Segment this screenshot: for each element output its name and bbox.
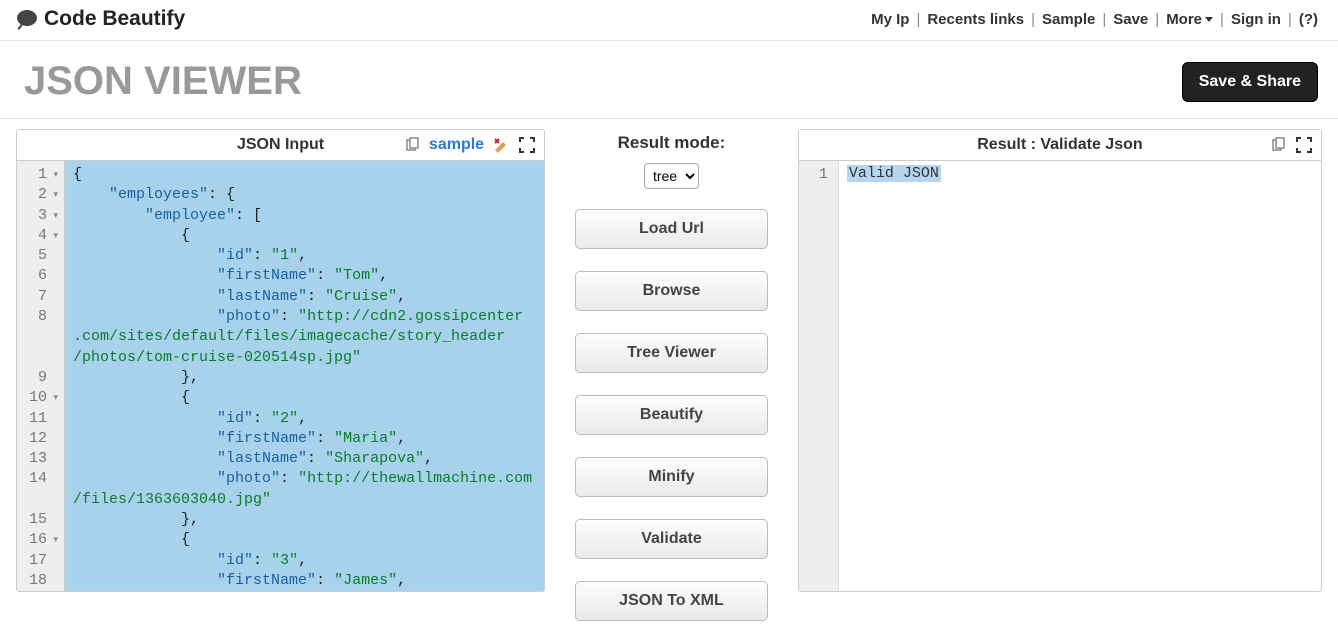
result-editor[interactable]: 1 Valid JSON <box>799 161 1321 591</box>
nav-help[interactable]: (?) <box>1299 11 1318 28</box>
brain-icon <box>14 6 40 32</box>
copy-icon[interactable] <box>403 136 421 154</box>
result-title: Result : Validate Json <box>977 136 1142 154</box>
save-share-button[interactable]: Save & Share <box>1182 62 1318 102</box>
json-input-title: JSON Input <box>237 136 324 154</box>
top-nav: My Ip| Recents links| Sample| Save| More… <box>871 11 1318 28</box>
result-mode-select[interactable]: tree <box>644 163 699 189</box>
json-input-panel: JSON Input sample 1▾2▾3▾4▾5678910▾111213… <box>16 129 545 592</box>
page-title: JSON VIEWER <box>24 59 302 104</box>
nav-my-ip[interactable]: My Ip <box>871 11 909 28</box>
result-panel: Result : Validate Json 1 Valid JSON <box>798 129 1322 592</box>
beautify-button[interactable]: Beautify <box>575 395 768 435</box>
main-area: JSON Input sample 1▾2▾3▾4▾5678910▾111213… <box>0 119 1338 631</box>
json-input-editor[interactable]: 1▾2▾3▾4▾5678910▾111213141516▾1718 { "emp… <box>17 161 544 591</box>
nav-sample[interactable]: Sample <box>1042 11 1095 28</box>
clear-icon[interactable] <box>492 136 510 154</box>
logo[interactable]: Code Beautify <box>14 6 185 32</box>
nav-sign-in[interactable]: Sign in <box>1231 11 1281 28</box>
nav-more[interactable]: More <box>1166 11 1213 28</box>
editor-code[interactable]: { "employees": { "employee": [ { "id": "… <box>65 161 544 591</box>
fullscreen-icon[interactable] <box>518 136 536 154</box>
minify-button[interactable]: Minify <box>575 457 768 497</box>
input-tools: sample <box>403 136 536 154</box>
result-gutter: 1 <box>799 161 839 591</box>
top-header: Code Beautify My Ip| Recents links| Samp… <box>0 0 1338 41</box>
fullscreen-result-icon[interactable] <box>1295 136 1313 154</box>
result-tools <box>1269 136 1313 154</box>
copy-result-icon[interactable] <box>1269 136 1287 154</box>
editor-gutter: 1▾2▾3▾4▾5678910▾111213141516▾1718 <box>17 161 65 591</box>
logo-text: Code Beautify <box>44 7 185 31</box>
json-to-xml-button[interactable]: JSON To XML <box>575 581 768 621</box>
caret-down-icon <box>1205 17 1213 22</box>
browse-button[interactable]: Browse <box>575 271 768 311</box>
validate-button[interactable]: Validate <box>575 519 768 559</box>
sample-link[interactable]: sample <box>429 136 484 154</box>
json-input-header: JSON Input sample <box>17 130 544 161</box>
tree-viewer-button[interactable]: Tree Viewer <box>575 333 768 373</box>
title-row: JSON VIEWER Save & Share <box>0 41 1338 119</box>
result-code: Valid JSON <box>839 161 1321 591</box>
controls-panel: Result mode: tree Load Url Browse Tree V… <box>575 129 768 621</box>
nav-recents[interactable]: Recents links <box>927 11 1024 28</box>
valid-json-text: Valid JSON <box>847 165 941 182</box>
result-header: Result : Validate Json <box>799 130 1321 161</box>
nav-save[interactable]: Save <box>1113 11 1148 28</box>
result-mode-label: Result mode: <box>575 129 768 163</box>
load-url-button[interactable]: Load Url <box>575 209 768 249</box>
